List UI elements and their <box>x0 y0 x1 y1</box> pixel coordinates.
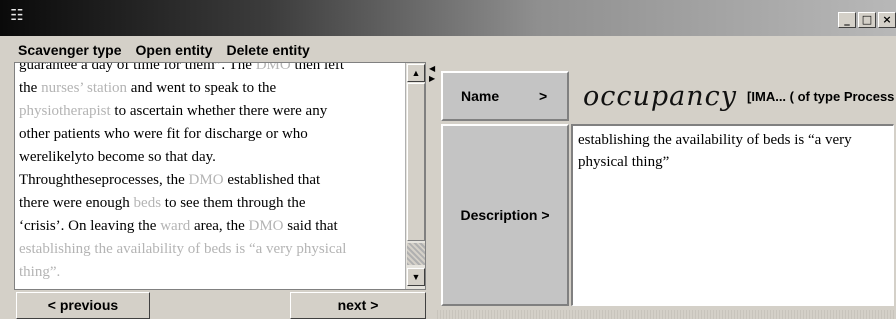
text-line: Throughtheseprocesses, the DMO establish… <box>19 169 405 192</box>
text-segment: other patients who were fit for discharg… <box>19 126 308 142</box>
close-button[interactable]: × <box>878 12 896 28</box>
text-segment: to ascertain whether there were any <box>110 103 328 119</box>
text-segment: area, the <box>190 218 249 234</box>
text-segment: and went to speak to the <box>127 80 277 96</box>
text-line: the nurses’ station and went to speak to… <box>19 77 405 100</box>
entity-mention[interactable]: DMO <box>249 218 284 234</box>
resize-strip[interactable] <box>437 310 896 319</box>
vertical-scrollbar[interactable]: ▲ ▼ <box>405 63 425 289</box>
text-segment: Throughtheseprocesses, the <box>19 172 189 188</box>
scroll-down-arrow-icon[interactable]: ▼ <box>407 268 425 286</box>
scrollbar-grip[interactable] <box>407 243 425 265</box>
document-text[interactable]: guarantee a day of time for them”. The D… <box>19 62 405 284</box>
description-text[interactable]: establishing the availability of beds is… <box>578 129 888 173</box>
text-line: ‘crisis’. On leaving the ward area, the … <box>19 215 405 238</box>
description-label-box: Description > <box>441 124 569 306</box>
name-label-box: Name > <box>441 71 569 121</box>
entity-mention[interactable]: ward <box>160 218 190 234</box>
text-segment: guarantee a day of time for them”. The <box>19 62 256 73</box>
entity-mention[interactable]: physiotherapist <box>19 103 111 119</box>
text-line: thing”. <box>19 261 405 284</box>
splitter-left-arrow-icon[interactable]: ◀ <box>429 64 435 73</box>
splitter-right-arrow-icon[interactable]: ▶ <box>429 74 435 83</box>
maximize-button[interactable]: □ <box>858 12 876 28</box>
text-segment: there were enough <box>19 195 134 211</box>
text-line: physiotherapist to ascertain whether the… <box>19 100 405 123</box>
menu-delete-entity[interactable]: Delete entity <box>227 42 310 58</box>
text-line: werelikelyto become so that day. <box>19 146 405 169</box>
text-segment: then left <box>290 62 345 73</box>
scroll-up-arrow-icon[interactable]: ▲ <box>407 64 425 82</box>
entity-mention[interactable]: establishing the availability of beds is… <box>19 241 346 257</box>
text-line: guarantee a day of time for them”. The D… <box>19 62 405 77</box>
entity-name-value: occupancy [IMA... ( of type Process ) <box>573 74 896 118</box>
name-arrow[interactable]: > <box>539 88 547 104</box>
text-line: other patients who were fit for discharg… <box>19 123 405 146</box>
text-line: there were enough beds to see them throu… <box>19 192 405 215</box>
text-segment: to see them through the <box>161 195 306 211</box>
entity-mention[interactable]: nurses’ station <box>41 80 127 96</box>
entity-mention[interactable]: DMO <box>256 63 291 73</box>
description-label: Description > <box>460 207 550 223</box>
next-button[interactable]: next > <box>290 292 426 319</box>
text-segment: werelikelyto become so that day. <box>19 149 216 165</box>
entity-mention[interactable]: DMO <box>189 172 224 188</box>
text-segment: established that <box>223 172 321 188</box>
window-controls: _ □ × <box>838 12 896 28</box>
handwritten-name-image: occupancy <box>583 80 738 112</box>
text-line: establishing the availability of beds is… <box>19 238 405 261</box>
entity-type-label: [IMA... ( of type Process ) <box>747 88 896 104</box>
entity-panel: Name > occupancy [IMA... ( of type Proce… <box>437 62 896 319</box>
title-bar: ☷ _ □ × <box>0 0 896 36</box>
previous-button[interactable]: < previous <box>16 292 150 319</box>
text-segment: ‘crisis’. On leaving the <box>19 218 161 234</box>
menu-scavenger-type[interactable]: Scavenger type <box>18 42 122 58</box>
scrollbar-thumb[interactable] <box>407 83 425 241</box>
entity-mention[interactable]: thing”. <box>19 264 60 280</box>
description-field[interactable]: establishing the availability of beds is… <box>571 124 894 306</box>
menu-open-entity[interactable]: Open entity <box>136 42 213 58</box>
app-icon[interactable]: ☷ <box>8 6 26 24</box>
text-segment: said that <box>283 218 338 234</box>
minimize-button[interactable]: _ <box>838 12 856 28</box>
text-segment: the <box>19 80 42 96</box>
name-label: Name <box>461 88 500 104</box>
pane-splitter[interactable]: ◀ ▶ <box>427 62 437 319</box>
entity-mention[interactable]: beds <box>134 195 162 211</box>
menu-bar: Scavenger type Open entity Delete entity <box>0 38 896 62</box>
document-text-pane[interactable]: guarantee a day of time for them”. The D… <box>14 62 426 290</box>
